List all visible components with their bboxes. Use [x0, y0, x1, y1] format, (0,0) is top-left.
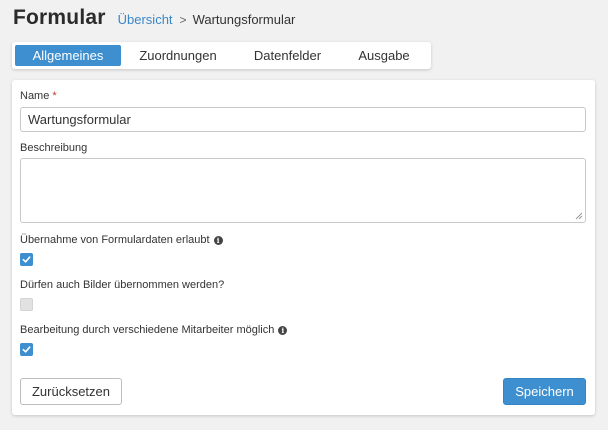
checkbox-formdata[interactable]: [20, 253, 33, 266]
breadcrumb-link-overview[interactable]: Übersicht: [118, 12, 173, 27]
description-textarea[interactable]: [20, 158, 586, 223]
tab-bar: Allgemeines Zuordnungen Datenfelder Ausg…: [12, 42, 431, 69]
breadcrumb-separator: >: [179, 13, 187, 27]
save-button[interactable]: Speichern: [503, 378, 586, 405]
tab-datenfelder[interactable]: Datenfelder: [235, 45, 340, 66]
option-label-formdata-text: Übernahme von Formulardaten erlaubt: [20, 234, 210, 246]
name-input[interactable]: [20, 107, 586, 132]
tab-ausgabe[interactable]: Ausgabe: [340, 45, 428, 66]
page-title: Formular: [13, 6, 106, 29]
form-panel: Name * Beschreibung Übernahme von Formul…: [12, 80, 595, 415]
breadcrumb-current: Wartungsformular: [192, 12, 296, 27]
checkmark-icon: [22, 346, 31, 353]
checkbox-multiuser[interactable]: [20, 343, 33, 356]
name-label-text: Name: [20, 90, 50, 102]
info-circle-icon[interactable]: i: [213, 235, 223, 245]
checkbox-images[interactable]: [20, 298, 33, 311]
description-label: Beschreibung: [20, 142, 88, 154]
name-label: Name *: [20, 90, 57, 102]
required-marker: *: [52, 90, 57, 102]
reset-button[interactable]: Zurücksetzen: [20, 378, 122, 405]
option-label-multiuser-text: Bearbeitung durch verschiedene Mitarbeit…: [20, 324, 275, 336]
option-label-images: Dürfen auch Bilder übernommen werden?: [20, 279, 225, 291]
option-label-formdata: Übernahme von Formulardaten erlaubt i: [20, 234, 223, 246]
tab-allgemeines[interactable]: Allgemeines: [15, 45, 121, 66]
checkmark-icon: [22, 256, 31, 263]
tab-zuordnungen[interactable]: Zuordnungen: [121, 45, 235, 66]
option-label-multiuser: Bearbeitung durch verschiedene Mitarbeit…: [20, 324, 288, 336]
info-circle-icon[interactable]: i: [278, 325, 288, 335]
page-header: Formular Übersicht > Wartungsformular: [13, 6, 295, 30]
resize-handle-icon[interactable]: [575, 212, 583, 220]
